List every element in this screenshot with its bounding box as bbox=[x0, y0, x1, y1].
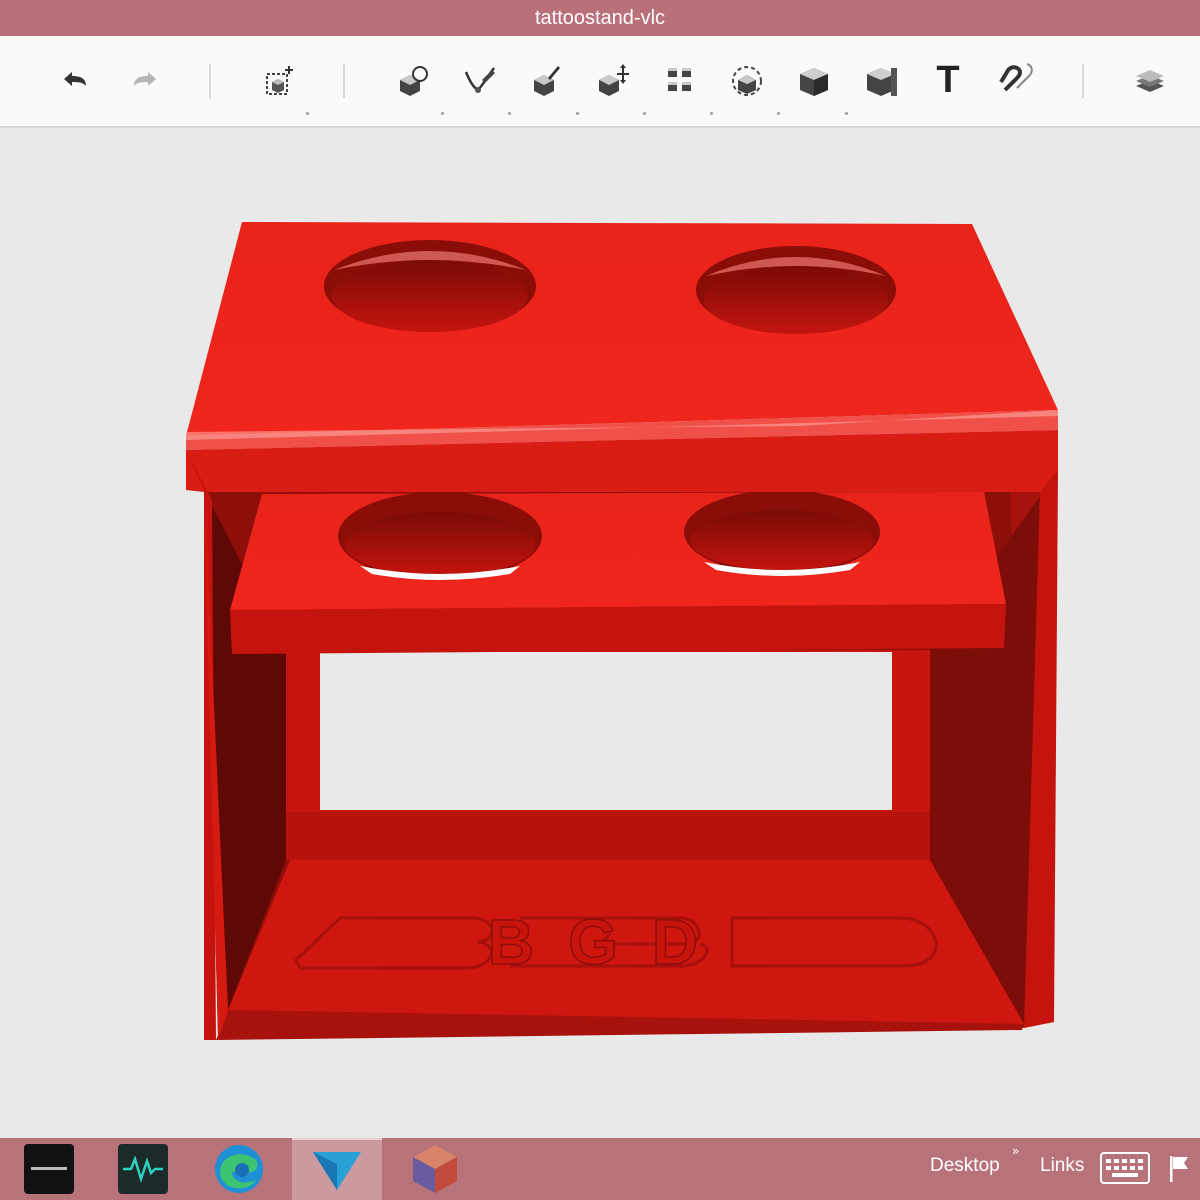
dropdown-dot bbox=[508, 112, 511, 115]
taskbar-desktop-chevron[interactable]: » bbox=[1012, 1144, 1019, 1158]
window-title: tattoostand-vlc bbox=[0, 0, 1200, 36]
taskbar-app-meshmixer[interactable] bbox=[390, 1138, 480, 1200]
toolbar: T bbox=[0, 36, 1200, 128]
paint-button[interactable] bbox=[522, 58, 570, 102]
taskbar-app-3d-viewer[interactable] bbox=[292, 1138, 382, 1200]
redo-icon bbox=[134, 72, 156, 86]
solid-button[interactable] bbox=[790, 58, 838, 102]
top-slab-surface bbox=[186, 222, 1058, 436]
taskbar-desktop-label[interactable]: Desktop bbox=[930, 1155, 1000, 1177]
add-shape-icon bbox=[266, 66, 293, 95]
snap-button[interactable] bbox=[991, 58, 1039, 102]
text-button[interactable]: T bbox=[924, 58, 972, 102]
toolbar-separator bbox=[1082, 64, 1084, 98]
magnet-icon bbox=[999, 63, 1033, 92]
tattoo-stand-model[interactable]: BGD bbox=[0, 130, 1200, 1138]
viewer-icon bbox=[313, 1152, 361, 1190]
layers-icon bbox=[1136, 70, 1164, 92]
dropdown-dot bbox=[845, 112, 848, 115]
pen-icon bbox=[464, 67, 496, 93]
engraving-text: BGD bbox=[488, 906, 732, 978]
dropdown-dot bbox=[576, 112, 579, 115]
back-panel-base bbox=[286, 812, 930, 860]
dropdown-dot bbox=[441, 112, 444, 115]
dropdown-dot bbox=[777, 112, 780, 115]
shelf-hole-left-inner bbox=[344, 512, 536, 576]
dropdown-dot bbox=[306, 112, 309, 115]
flag-icon[interactable] bbox=[1168, 1154, 1192, 1188]
move-icon bbox=[599, 64, 629, 96]
solid-icon bbox=[800, 68, 828, 96]
material-button[interactable] bbox=[857, 58, 905, 102]
pen-button[interactable] bbox=[456, 58, 504, 102]
pattern-icon bbox=[668, 68, 691, 91]
sketch-icon bbox=[400, 66, 428, 96]
layers-button[interactable] bbox=[1126, 58, 1174, 102]
taskbar-links-label[interactable]: Links bbox=[1040, 1155, 1084, 1177]
dropdown-dot bbox=[643, 112, 646, 115]
3d-viewport[interactable]: BGD bbox=[0, 130, 1200, 1138]
sketch-button[interactable] bbox=[388, 58, 436, 102]
shelf-hole-right-inner bbox=[690, 510, 874, 570]
undo-icon bbox=[64, 72, 86, 86]
back-panel-window bbox=[320, 652, 892, 810]
paint-icon bbox=[534, 66, 560, 96]
middle-shelf-front bbox=[230, 604, 1006, 654]
taskbar: Desktop » Links bbox=[0, 1138, 1200, 1200]
pattern-button[interactable] bbox=[656, 58, 704, 102]
top-hole-right-inner bbox=[704, 266, 888, 334]
text-icon: T bbox=[936, 59, 960, 101]
polyhedron-icon bbox=[413, 1145, 457, 1193]
group-button[interactable] bbox=[723, 58, 771, 102]
redo-button[interactable] bbox=[118, 58, 166, 102]
terminal-icon bbox=[24, 1144, 74, 1194]
toolbar-separator bbox=[209, 64, 211, 98]
add-shape-button[interactable] bbox=[254, 58, 302, 102]
taskbar-app-audio[interactable] bbox=[98, 1138, 188, 1200]
keyboard-icon[interactable] bbox=[1100, 1152, 1150, 1188]
dropdown-dot bbox=[710, 112, 713, 115]
undo-button[interactable] bbox=[54, 58, 102, 102]
audio-app-icon bbox=[118, 1144, 168, 1194]
toolbar-separator bbox=[343, 64, 345, 98]
move-button[interactable] bbox=[589, 58, 637, 102]
edge-icon bbox=[215, 1145, 263, 1193]
taskbar-app-terminal[interactable] bbox=[4, 1138, 94, 1200]
top-hole-left-inner bbox=[332, 260, 528, 332]
taskbar-app-edge[interactable] bbox=[194, 1138, 284, 1200]
group-icon bbox=[732, 66, 762, 96]
material-icon bbox=[867, 68, 897, 96]
